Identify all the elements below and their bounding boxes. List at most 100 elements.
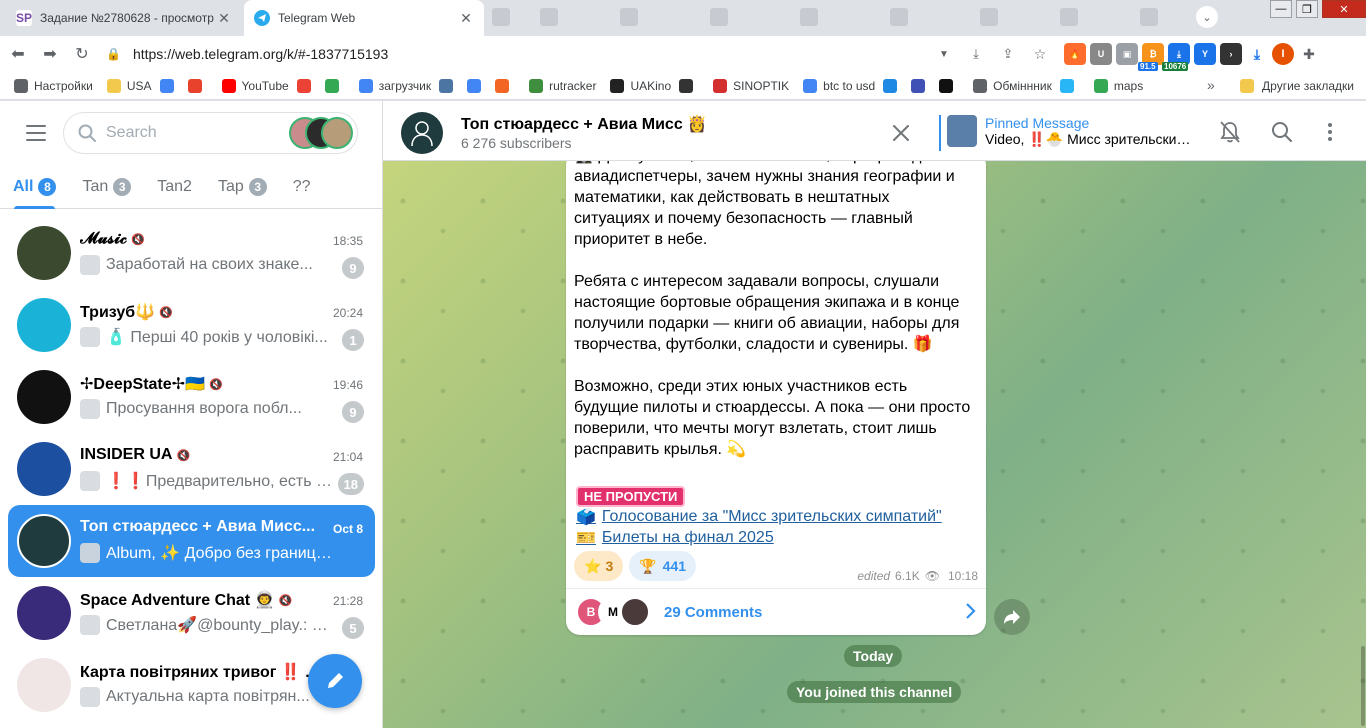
bookmark-item[interactable]: UAKino — [610, 78, 671, 93]
browser-tab-mini[interactable] — [890, 8, 908, 26]
restore-icon[interactable]: ❐ — [1296, 0, 1318, 18]
more-vertical-icon[interactable] — [1317, 119, 1343, 145]
minimize-icon[interactable]: — — [1270, 0, 1292, 18]
folder-tab[interactable]: Tan 3 — [69, 165, 144, 209]
stories-avatars[interactable] — [289, 117, 353, 149]
chat-list-item[interactable]: 𝓜𝓾𝓼𝓲𝓬 🔇 18:35 Заработай на своих знаке... 9 — [8, 217, 375, 289]
chat-list-item[interactable]: INSIDER UA 🔇 21:04 ❗❗Предварительно, есть п… — [8, 433, 375, 505]
unread-badge: 9 — [342, 401, 364, 423]
chat-list-item[interactable]: ✢DeepState✢🇺🇦 🔇 19:46 Просування ворога поб… — [8, 361, 375, 433]
terminal-extension-icon[interactable]: › — [1220, 43, 1242, 65]
tab-search-button[interactable]: ⌄ — [1196, 6, 1218, 28]
tab-close-icon[interactable]: ✕ — [216, 10, 232, 27]
browser-tab-mini[interactable] — [540, 8, 558, 26]
search-box[interactable] — [63, 112, 358, 154]
search-input[interactable] — [106, 124, 276, 142]
bookmark-item[interactable] — [883, 78, 903, 93]
bookmark-item[interactable] — [1059, 78, 1080, 93]
dropdown-arrow-icon[interactable]: ▼ — [930, 40, 958, 68]
browser-tab-mini[interactable] — [980, 8, 998, 26]
chat-list-item[interactable]: Топ стюардесс + Авиа Мисс...🔇 Oct 8Album,… — [8, 505, 375, 577]
other-bookmarks[interactable]: Другие закладки — [1240, 79, 1354, 93]
bookmark-item[interactable]: SINOPTIK — [713, 78, 789, 93]
comments-button[interactable]: B M 29 Comments — [566, 588, 986, 635]
folder-tab[interactable]: Tap 3 — [205, 165, 280, 209]
browser-tab-mini[interactable] — [1140, 8, 1158, 26]
bookmark-item[interactable]: maps — [1093, 78, 1143, 93]
browser-tab-mini[interactable] — [1060, 8, 1078, 26]
voting-link[interactable]: 🗳️ Голосование за "Мисс зрительских симпа… — [576, 507, 942, 527]
case-extension-icon[interactable]: ▣ — [1116, 43, 1138, 65]
tab-close-icon[interactable]: ✕ — [458, 10, 474, 27]
browser-tab-mini[interactable] — [710, 8, 728, 26]
bookmark-item[interactable] — [679, 78, 699, 93]
bookmark-item[interactable] — [439, 78, 459, 93]
message-bubble[interactable]: 👨‍✈️ Дети узнали, кто такие пилоты, борт… — [566, 151, 986, 635]
chat-avatar — [17, 658, 71, 712]
close-icon[interactable] — [889, 121, 913, 145]
bookmark-item[interactable] — [187, 78, 208, 93]
chat-list: 𝓜𝓾𝓼𝓲𝓬 🔇 18:35 Заработай на своих знаке... 9 Т… — [8, 217, 375, 721]
chat-list-item[interactable]: Тризуб🔱 🔇 20:24 🧴 Перші 40 років у чоловікі… — [8, 289, 375, 361]
browser-tab-mini[interactable] — [492, 8, 510, 26]
bookmark-item[interactable]: USA — [106, 78, 152, 93]
browser-tab-telegram[interactable]: Telegram Web ✕ — [244, 0, 484, 36]
channel-title[interactable]: Топ стюардесс + Авиа Мисс 👸 — [461, 114, 707, 134]
bookmark-star-icon[interactable]: ☆ — [1026, 40, 1054, 68]
bookmark-item[interactable]: Настройки — [14, 78, 93, 93]
bookmark-favicon-icon — [296, 78, 311, 93]
bookmark-item[interactable] — [467, 78, 487, 93]
reaction-trophy[interactable]: 🏆 441 — [629, 551, 697, 581]
forward-arrow-icon[interactable]: ➡ — [36, 40, 64, 68]
bookmarks-more-button[interactable]: » — [1207, 77, 1215, 93]
share-icon[interactable]: ⇪ — [994, 40, 1022, 68]
bookmark-item[interactable] — [296, 78, 317, 93]
chat-preview: Светлана🚀@bounty_play.: Скаж... — [80, 615, 332, 635]
bookmark-item[interactable]: загрузчик — [358, 78, 431, 93]
reload-icon[interactable]: ↻ — [68, 40, 96, 68]
window-close-icon[interactable]: ✕ — [1322, 0, 1366, 18]
bookmark-item[interactable] — [159, 78, 180, 93]
folder-tab[interactable]: All 8 — [0, 165, 69, 209]
ublock-extension-icon[interactable]: U — [1090, 43, 1112, 65]
vpn-extension-icon[interactable]: Y — [1194, 43, 1216, 65]
search-icon[interactable] — [1269, 119, 1295, 145]
preview-thumbnail — [80, 327, 100, 347]
bookmark-item[interactable]: rutracker — [529, 78, 596, 93]
chat-name-text: Тризуб🔱 — [80, 304, 156, 321]
bookmark-item[interactable] — [939, 78, 959, 93]
bookmark-item[interactable]: btc to usd — [803, 78, 875, 93]
extensions-puzzle-icon[interactable]: ✚ — [1298, 43, 1320, 65]
reaction-star[interactable]: ⭐ 3 — [574, 551, 624, 581]
install-icon[interactable]: ⤓ — [962, 40, 990, 68]
menu-icon[interactable] — [22, 122, 50, 144]
back-arrow-icon[interactable]: ⬅ — [4, 40, 32, 68]
chat-list-item[interactable]: Space Adventure Chat 👨‍🚀 🔇 21:28 Светлана🚀@… — [8, 577, 375, 649]
browser-tab-task[interactable]: SP Задание №2780628 - просмотр з ✕ — [6, 0, 242, 36]
folder-tab[interactable]: Tan2 — [144, 165, 205, 209]
tickets-link[interactable]: 🎫 Билеты на финал 2025 — [576, 528, 774, 548]
pinned-message[interactable]: Pinned Message Video, ‼️🐣 Мисс зрительск… — [939, 115, 1195, 151]
bookmark-item[interactable] — [911, 78, 931, 93]
bookmark-item[interactable] — [495, 78, 515, 93]
bookmark-item[interactable]: Обміннник — [973, 78, 1052, 93]
download-extension-icon[interactable]: ⤓ 10676 — [1162, 43, 1190, 71]
bookmark-item[interactable]: YouTube — [221, 78, 289, 93]
folder-icon — [1240, 79, 1255, 93]
chat-sidebar: All8Tan3Tan2Tap3?? 𝓜𝓾𝓼𝓲𝓬🔇18:35Заработай … — [0, 101, 383, 728]
forward-button[interactable] — [994, 599, 1030, 635]
profile-avatar[interactable]: I — [1272, 43, 1294, 65]
browser-tab-mini[interactable] — [620, 8, 638, 26]
bookmark-item[interactable] — [324, 78, 345, 93]
chat-scrollbar[interactable] — [1361, 646, 1365, 726]
address-bar[interactable]: 🔒 https://web.telegram.org/k/#-183771519… — [106, 40, 926, 68]
channel-avatar[interactable] — [401, 112, 443, 154]
mute-bell-icon[interactable] — [1217, 119, 1243, 145]
story-avatar[interactable] — [321, 117, 353, 149]
fire-extension-icon[interactable]: 🔥 — [1064, 43, 1086, 65]
browser-tab-mini[interactable] — [800, 8, 818, 26]
folder-tab[interactable]: ?? — [280, 165, 324, 209]
bitcoin-extension-icon[interactable]: ₿ 91.5 — [1138, 43, 1164, 71]
downloads-icon[interactable]: ⤓ — [1246, 43, 1268, 65]
compose-button[interactable] — [308, 654, 362, 708]
